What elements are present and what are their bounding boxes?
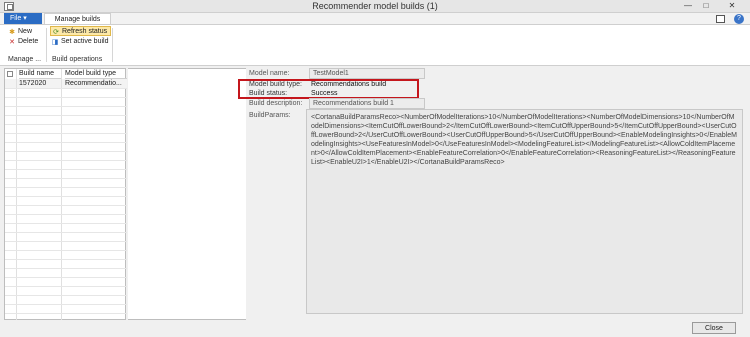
row-divider [5,241,127,242]
refresh-status-label: Refresh status [62,28,108,35]
footer-bar [0,320,750,337]
group-label-manage: Manage ... [8,56,42,63]
row-divider [5,277,127,278]
builds-grid: Build name Model build type 1572020 Reco… [4,68,127,321]
row-divider [5,214,127,215]
delete-icon: ✕ [9,39,15,46]
grid-extension-column [128,68,246,320]
new-button[interactable]: ✱ New [8,27,32,37]
column-header-model-build-type[interactable]: Model build type [65,69,127,79]
row-divider [5,115,127,116]
help-icon[interactable]: ? [734,14,744,24]
layout-icon[interactable] [716,15,725,23]
maximize-button[interactable]: □ [698,0,714,12]
close-window-button[interactable]: ✕ [718,0,746,12]
refresh-status-button[interactable]: ⟳ Refresh status [50,26,112,36]
row-divider [5,205,127,206]
row-divider [5,232,127,233]
close-button[interactable]: Close [692,322,736,334]
row-divider [5,160,127,161]
build-description-field[interactable]: Recommendations build 1 [309,98,425,109]
row-divider [5,142,127,143]
build-description-label: Build description: [249,100,303,107]
row-divider [5,169,127,170]
row-divider [5,124,127,125]
delete-button-label: Delete [18,38,39,45]
minimize-button[interactable]: — [680,0,696,12]
build-params-textarea[interactable]: <CortanaBuildParamsReco><NumberOfModelIt… [306,109,743,314]
refresh-icon: ⟳ [53,29,59,36]
file-tab[interactable]: File ▾ [4,13,42,24]
row-divider [5,97,127,98]
set-active-icon: ◨ [51,39,59,46]
column-header-build-name[interactable]: Build name [19,69,61,79]
row-divider [5,286,127,287]
ribbon-group-separator [112,28,113,62]
highlight-annotation-box [238,79,419,99]
new-button-label: New [18,28,33,35]
new-icon: ✱ [9,29,15,36]
row-divider [5,133,127,134]
row-divider [5,88,127,89]
row-divider [5,295,127,296]
row-divider [5,259,127,260]
ribbon-tab-strip [0,13,750,24]
group-label-build-operations: Build operations [52,56,103,63]
row-divider [5,151,127,152]
ribbon-group-separator [46,28,47,62]
row-divider [5,268,127,269]
model-name-label: Model name: [249,70,290,77]
row-divider [5,223,127,224]
row-divider [5,250,127,251]
file-tab-label: File [10,15,22,22]
delete-button[interactable]: ✕ Delete [8,37,38,47]
row-divider [5,178,127,179]
row-divider [5,304,127,305]
row-divider [5,196,127,197]
build-params-label: BuildParams: [249,112,291,119]
row-divider [5,106,127,107]
window-title: Recommender model builds (1) [312,1,438,11]
set-active-build-label: Set active build [61,38,109,45]
cell-model-build-type[interactable]: Recommendatio... [65,79,122,88]
chevron-down-icon: ▾ [23,15,27,22]
row-divider [5,187,127,188]
cell-build-name[interactable]: 1572020 [19,79,46,88]
set-active-build-button[interactable]: ◨ Set active build [51,37,109,47]
select-all-checkbox[interactable] [7,71,13,77]
model-name-field[interactable]: TestModel1 [309,68,425,79]
row-divider [5,313,127,314]
